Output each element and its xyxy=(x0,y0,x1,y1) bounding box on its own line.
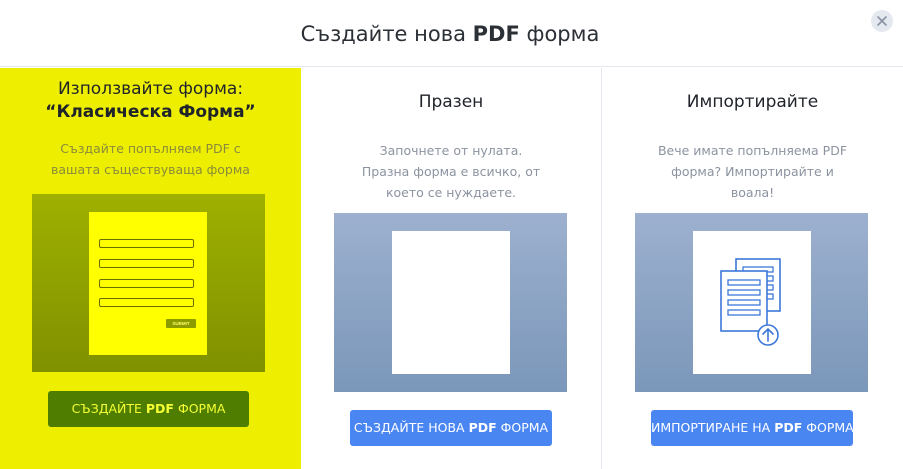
create-pdf-form-button[interactable]: СЪЗДАЙТЕ PDF ФОРМА xyxy=(48,391,249,427)
form-sheet-preview: SUBMIT xyxy=(89,212,207,355)
option-classic-description: Създайте попълняем PDF с вашата съществу… xyxy=(51,141,250,177)
option-classic-title: Използвайте форма: “Класическа Форма” xyxy=(45,79,256,122)
close-icon xyxy=(877,16,887,26)
option-import-description: Вече имате попълняема PDF форма? Импорти… xyxy=(657,143,848,200)
blank-sheet-preview xyxy=(392,231,510,374)
option-import-title: Импортирайте xyxy=(686,92,819,112)
import-pdf-form-button[interactable]: ИМПОРТИРАНЕ НА PDF ФОРМА xyxy=(651,410,854,446)
preview-field xyxy=(99,259,194,268)
document-upload-icon xyxy=(720,258,781,346)
modal-header: Създайте нова PDF форма xyxy=(0,0,903,67)
blank-form-preview xyxy=(334,213,567,392)
classic-form-preview: SUBMIT xyxy=(32,194,265,372)
preview-field xyxy=(99,298,194,307)
import-sheet-preview xyxy=(693,231,811,374)
option-classic-form[interactable]: Използвайте форма: “Класическа Форма” Съ… xyxy=(0,68,301,469)
option-blank[interactable]: Празен Започнете от нулата. Празна форма… xyxy=(301,68,602,469)
create-form-modal: Създайте нова PDF форма Използвайте форм… xyxy=(0,0,903,469)
preview-submit-button: SUBMIT xyxy=(166,319,196,328)
create-new-pdf-form-button[interactable]: СЪЗДАЙТЕ НОВА PDF ФОРМА xyxy=(350,410,552,446)
modal-title: Създайте нова PDF форма xyxy=(300,22,600,46)
option-import[interactable]: Импортирайте Вече имате попълняема PDF ф… xyxy=(602,68,903,469)
preview-field xyxy=(99,239,194,248)
import-form-preview xyxy=(635,213,868,392)
option-blank-description: Започнете от нулата. Празна форма е всич… xyxy=(361,143,541,200)
close-button[interactable] xyxy=(871,10,893,32)
preview-field xyxy=(99,279,194,288)
option-blank-title: Празен xyxy=(418,92,484,112)
